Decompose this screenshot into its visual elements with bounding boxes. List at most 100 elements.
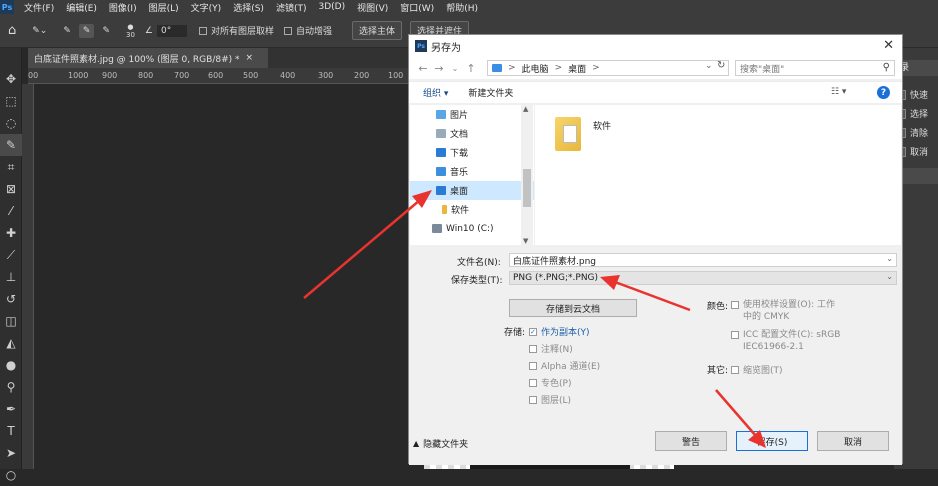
alpha-channel-checkbox[interactable]: Alpha 通道(E) bbox=[529, 359, 600, 372]
organize-button[interactable]: 组织 ▾ bbox=[423, 86, 448, 99]
type-tool-icon[interactable]: T bbox=[0, 420, 22, 442]
quick-select-tool-icon[interactable]: ✎ bbox=[0, 134, 22, 156]
menu-edit[interactable]: 编辑(E) bbox=[60, 1, 103, 14]
eraser-tool-icon[interactable]: ◫ bbox=[0, 310, 22, 332]
address-bar[interactable]: > 此电脑 > 桌面 > bbox=[487, 60, 729, 76]
chevron-down-icon[interactable]: ⌄ bbox=[886, 272, 893, 281]
icc-profile-checkbox[interactable]: ICC 配置文件(C): sRGB IEC61966-2.1 bbox=[731, 329, 851, 353]
path-select-icon[interactable]: ➤ bbox=[0, 442, 22, 464]
layers-checkbox[interactable]: 图层(L) bbox=[529, 393, 571, 406]
new-folder-button[interactable]: 新建文件夹 bbox=[468, 86, 513, 99]
tab-row bbox=[268, 48, 410, 68]
save-to-cloud-button[interactable]: 存储到云文档 bbox=[509, 299, 637, 317]
horizontal-ruler: 00 1000 900 800 700 600 500 400 300 200 … bbox=[28, 68, 410, 84]
menu-image[interactable]: 图像(I) bbox=[103, 1, 143, 14]
menu-view[interactable]: 视图(V) bbox=[351, 1, 394, 14]
annotations-checkbox[interactable]: 注释(N) bbox=[529, 342, 573, 355]
quick-select-tool-icon[interactable]: ✎⌄ bbox=[32, 26, 47, 36]
healing-brush-icon[interactable]: ✚ bbox=[0, 222, 22, 244]
breadcrumb-this-pc[interactable]: 此电脑 bbox=[522, 62, 549, 75]
pen-tool-icon[interactable]: ✒ bbox=[0, 398, 22, 420]
other-label: 其它: bbox=[707, 366, 729, 376]
breadcrumb-desktop[interactable]: 桌面 bbox=[568, 62, 586, 75]
nav-item-drive-c[interactable]: Win10 (C:) bbox=[410, 219, 534, 238]
menu-3d[interactable]: 3D(D) bbox=[312, 2, 351, 12]
save-button[interactable]: 保存(S) bbox=[736, 431, 808, 451]
up-arrow-icon[interactable]: ↑ bbox=[463, 62, 479, 75]
file-item-label[interactable]: 软件 bbox=[593, 119, 611, 132]
ruler-tick: 1000 bbox=[68, 71, 89, 80]
proof-setup-checkbox[interactable]: 使用校样设置(O): 工作中的 CMYK bbox=[731, 299, 839, 323]
search-input[interactable]: 搜索"桌面" ⚲ bbox=[735, 60, 895, 76]
scroll-down-icon[interactable]: ▼ bbox=[523, 237, 528, 245]
history-brush-icon[interactable]: ↺ bbox=[0, 288, 22, 310]
ruler-tick: 800 bbox=[138, 71, 154, 80]
menu-file[interactable]: 文件(F) bbox=[18, 1, 60, 14]
menu-layer[interactable]: 图层(L) bbox=[143, 1, 185, 14]
eyedropper-tool-icon[interactable]: ⁄ bbox=[0, 200, 22, 222]
nav-item-downloads[interactable]: 下载 bbox=[410, 143, 534, 162]
angle-input[interactable]: 0° bbox=[157, 24, 187, 37]
nav-item-software[interactable]: 软件 bbox=[410, 200, 534, 219]
address-dropdown-icon[interactable]: ⌄ bbox=[705, 61, 713, 71]
nav-item-pictures[interactable]: 图片 bbox=[410, 105, 534, 124]
lasso-tool-icon[interactable]: ◌ bbox=[0, 112, 22, 134]
move-tool-icon[interactable]: ✥ bbox=[0, 68, 22, 90]
frame-tool-icon[interactable]: ⊠ bbox=[0, 178, 22, 200]
nav-item-documents[interactable]: 文档 bbox=[410, 124, 534, 143]
menu-select[interactable]: 选择(S) bbox=[227, 1, 270, 14]
cancel-button[interactable]: 取消 bbox=[817, 431, 889, 451]
document-tab[interactable]: 白底证件照素材.jpg @ 100% (图层 0, RGB/8#) * × bbox=[28, 48, 268, 68]
ruler-tick: 00 bbox=[28, 71, 39, 80]
checkbox-box bbox=[529, 395, 537, 404]
back-arrow-icon[interactable]: ← bbox=[415, 62, 431, 75]
checkbox-box bbox=[731, 301, 739, 309]
stamp-tool-icon[interactable]: ⊥ bbox=[0, 266, 22, 288]
view-options-icon[interactable]: ☷ ▾ bbox=[831, 87, 846, 97]
menu-window[interactable]: 窗口(W) bbox=[394, 1, 440, 14]
filename-input[interactable]: 白底证件照素材.png ⌄ bbox=[509, 253, 897, 267]
dodge-tool-icon[interactable]: ⚲ bbox=[0, 376, 22, 398]
help-icon[interactable]: ? bbox=[877, 86, 890, 99]
select-subject-button[interactable]: 选择主体 bbox=[352, 21, 403, 40]
add-selection-icon[interactable]: ✎ bbox=[78, 23, 95, 38]
scroll-up-icon[interactable]: ▲ bbox=[523, 105, 528, 113]
hide-folders-button[interactable]: ▲ 隐藏文件夹 bbox=[413, 437, 468, 450]
menu-filter[interactable]: 滤镜(T) bbox=[270, 1, 313, 14]
tools-panel: ✥ ⬚ ◌ ✎ ⌗ ⊠ ⁄ ✚ ⟋ ⊥ ↺ ◫ ◭ ● ⚲ ✒ T ➤ ○ bbox=[0, 48, 22, 482]
forward-arrow-icon[interactable]: → bbox=[431, 62, 447, 75]
menu-type[interactable]: 文字(Y) bbox=[185, 1, 228, 14]
recent-dropdown-icon[interactable]: ⌄ bbox=[447, 64, 463, 73]
close-icon[interactable]: ✕ bbox=[883, 38, 894, 53]
ellipse-tool-icon[interactable]: ○ bbox=[0, 464, 22, 486]
auto-enhance-checkbox[interactable]: 自动增强 bbox=[284, 24, 332, 37]
filetype-select[interactable]: PNG (*.PNG;*.PNG) ⌄ bbox=[509, 271, 897, 285]
marquee-tool-icon[interactable]: ⬚ bbox=[0, 90, 22, 112]
home-icon[interactable]: ⌂ bbox=[8, 23, 16, 38]
as-copy-checkbox[interactable]: ✓ 作为副本(Y) bbox=[529, 325, 590, 338]
brush-tool-icon[interactable]: ⟋ bbox=[0, 244, 22, 266]
scrollbar-thumb[interactable] bbox=[523, 169, 531, 207]
ruler-tick: 200 bbox=[354, 71, 370, 80]
brush-size-picker[interactable]: ● 30 bbox=[126, 23, 135, 39]
file-list: 软件 bbox=[535, 105, 901, 245]
folder-icon[interactable] bbox=[555, 117, 581, 151]
nav-scrollbar[interactable]: ▲ ▼ bbox=[521, 105, 533, 245]
spot-color-checkbox[interactable]: 专色(P) bbox=[529, 376, 571, 389]
ruler-tick: 400 bbox=[280, 71, 296, 80]
subtract-selection-icon[interactable]: ✎ bbox=[102, 26, 110, 36]
warning-button[interactable]: 警告 bbox=[655, 431, 727, 451]
close-tab-icon[interactable]: × bbox=[246, 53, 254, 63]
new-selection-icon[interactable]: ✎ bbox=[63, 26, 71, 36]
menu-help[interactable]: 帮助(H) bbox=[440, 1, 484, 14]
thumbnail-checkbox[interactable]: 缩览图(T) bbox=[731, 363, 783, 376]
refresh-icon[interactable]: ↻ bbox=[717, 60, 725, 71]
nav-item-desktop[interactable]: 桌面 bbox=[410, 181, 534, 200]
chevron-down-icon[interactable]: ⌄ bbox=[886, 254, 893, 263]
crop-tool-icon[interactable]: ⌗ bbox=[0, 156, 22, 178]
paint-bucket-icon[interactable]: ◭ bbox=[0, 332, 22, 354]
checkbox-box bbox=[199, 26, 207, 35]
nav-item-music[interactable]: 音乐 bbox=[410, 162, 534, 181]
blur-tool-icon[interactable]: ● bbox=[0, 354, 22, 376]
sample-all-layers-checkbox[interactable]: 对所有图层取样 bbox=[199, 24, 274, 37]
